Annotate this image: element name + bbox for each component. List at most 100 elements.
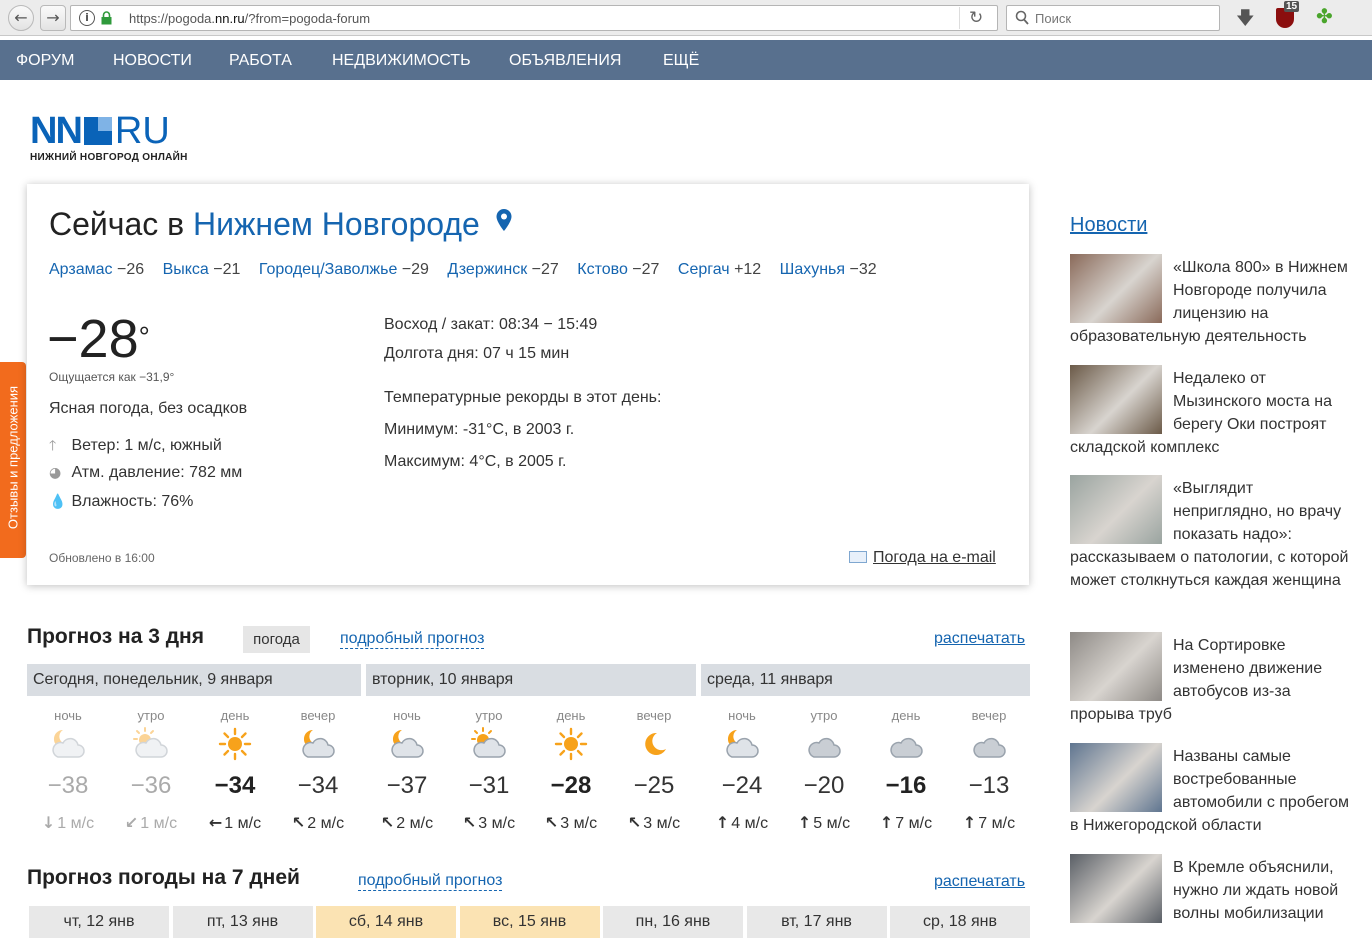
period-wind: ↑ 7 м/с [879, 813, 933, 832]
wind-direction-icon: ↙ [124, 813, 139, 832]
moon-cloud-icon [366, 727, 448, 767]
town-item: Арзамас −26 [49, 261, 145, 278]
forecast7-day[interactable]: пн, 16 янв [603, 906, 743, 938]
download-icon[interactable]: 🡇 [1236, 6, 1255, 36]
cloud-icon [783, 727, 865, 767]
period-label: ночь [728, 708, 756, 723]
period-wind: ↖ 2 м/с [291, 813, 345, 832]
period-temperature: −16 [885, 772, 927, 799]
moon-cloud-icon [701, 727, 783, 767]
nav-jobs[interactable]: РАБОТА [229, 52, 292, 70]
news-thumbnail[interactable] [1070, 365, 1162, 434]
day-header-day-after: среда, 11 января [701, 664, 1030, 696]
location-pin-icon[interactable] [495, 208, 513, 231]
news-item[interactable]: В Кремле объяснили, нужно ли ждать новой… [1070, 854, 1355, 925]
news-thumbnail[interactable] [1070, 743, 1162, 812]
news-item[interactable]: Названы самые востребованные автомобили … [1070, 743, 1355, 837]
day-header-tomorrow: вторник, 10 января [366, 664, 696, 696]
news-thumbnail[interactable] [1070, 632, 1162, 701]
sun-icon [194, 727, 276, 767]
wind-row: 🡑 Ветер: 1 м/с, южный [49, 435, 222, 459]
forecast7-day[interactable]: сб, 14 янв [316, 906, 456, 938]
nav-more[interactable]: ЕЩЁ [663, 52, 699, 70]
forecast3-tag[interactable]: погода [243, 626, 310, 653]
forecast7-day[interactable]: вт, 17 янв [746, 906, 887, 938]
cloud-icon [948, 727, 1030, 767]
news-item[interactable]: На Сортировке изменено движение автобусо… [1070, 632, 1355, 726]
forecast-period: день −16 ↑ 7 м/с [865, 708, 947, 833]
envelope-icon [849, 551, 867, 563]
forecast7-day[interactable]: ср, 18 янв [890, 906, 1030, 938]
wind-direction-icon: ↓ [41, 813, 56, 832]
forecast7-day[interactable]: пт, 13 янв [172, 906, 313, 938]
wind-direction-icon: ↖ [544, 813, 559, 832]
day-header-today: Сегодня, понедельник, 9 января [27, 664, 361, 696]
period-wind: ↑ 7 м/с [962, 813, 1016, 832]
news-title[interactable]: Новости [1070, 214, 1147, 237]
info-icon[interactable]: i [79, 10, 95, 26]
wind-direction-icon: ↑ [797, 813, 812, 832]
forecast-period: ночь −37 ↖ 2 м/с [366, 708, 448, 833]
forecast-period: вечер −34 ↖ 2 м/с [277, 708, 359, 833]
period-wind: ↖ 2 м/с [380, 813, 434, 832]
reload-icon[interactable]: ↻ [969, 8, 983, 28]
nearby-towns: Арзамас −26 Выкса −21 Городец/Заволжье −… [49, 261, 891, 279]
site-logo[interactable]: NN RU НИЖНИЙ НОВГОРОД ОНЛАЙН [30, 112, 188, 163]
news-thumbnail[interactable] [1070, 254, 1162, 323]
news-item[interactable]: «Выглядит неприглядно, но врачу показать… [1070, 475, 1355, 592]
pressure-icon: ◕ [49, 465, 62, 481]
nav-realty[interactable]: НЕДВИЖИМОСТЬ [332, 52, 471, 70]
period-wind: ↑ 5 м/с [797, 813, 851, 832]
search-input[interactable]: Поиск [1006, 5, 1220, 31]
forward-button[interactable]: → [40, 5, 66, 31]
nav-news[interactable]: НОВОСТИ [113, 52, 192, 70]
forecast3-details-link[interactable]: подробный прогноз [340, 630, 485, 649]
email-subscribe[interactable]: Погода на e-mail [849, 549, 996, 567]
page-title: Сейчас в Нижнем Новгороде [49, 206, 480, 242]
moon-cloud-icon [27, 727, 109, 767]
current-temperature: −28° [47, 309, 150, 369]
news-item[interactable]: «Школа 800» в Нижнем Новгороде получила … [1070, 254, 1355, 348]
forecast7-day[interactable]: вс, 15 янв [459, 906, 600, 938]
town-item: Городец/Заволжье −29 [258, 261, 429, 278]
forecast3-print-link[interactable]: распечатать [934, 630, 1025, 648]
news-thumbnail[interactable] [1070, 854, 1162, 923]
records-title: Температурные рекорды в этот день: [384, 389, 662, 406]
period-temperature: −37 [386, 772, 428, 799]
news-headline[interactable]: В Кремле объяснили, нужно ли ждать новой… [1173, 859, 1338, 922]
back-button[interactable]: ← [8, 5, 34, 31]
period-label: день [556, 708, 586, 723]
city-name[interactable]: Нижнем Новгороде [193, 206, 480, 242]
wind-direction-icon: ↑ [879, 813, 894, 832]
address-bar[interactable]: i https://pogoda.nn.ru/?from=pogoda-foru… [70, 5, 998, 31]
nav-ads[interactable]: ОБЪЯВЛЕНИЯ [509, 52, 621, 70]
news-thumbnail[interactable] [1070, 475, 1162, 544]
forecast-period: утро −20 ↑ 5 м/с [783, 708, 865, 833]
humidity-row: 💧 Влажность: 76% [49, 493, 194, 510]
wind-direction-icon: ↖ [462, 813, 477, 832]
nav-forum[interactable]: ФОРУМ [16, 52, 74, 70]
news-item[interactable]: Недалеко от Мызинского моста на берегу О… [1070, 365, 1355, 459]
forecast7-day[interactable]: чт, 12 янв [29, 906, 169, 938]
puzzle-icon[interactable]: ✤ [1316, 4, 1333, 28]
town-item: Дзержинск −27 [447, 261, 559, 278]
period-temperature: −25 [633, 772, 675, 799]
forecast7-details-link[interactable]: подробный прогноз [358, 872, 503, 891]
feedback-tab[interactable]: Отзывы и предложения [0, 362, 26, 558]
moon-icon [613, 727, 695, 767]
sun-cloud-icon [110, 727, 192, 767]
period-label: утро [137, 708, 165, 723]
period-label: ночь [393, 708, 421, 723]
forecast-period: ночь −38 ↓ 1 м/с [27, 708, 109, 833]
period-temperature: −20 [803, 772, 845, 799]
moon-cloud-icon [277, 727, 359, 767]
forecast7-title: Прогноз погоды на 7 дней [27, 866, 300, 889]
period-label: утро [810, 708, 838, 723]
period-temperature: −13 [968, 772, 1010, 799]
period-label: вечер [636, 708, 672, 723]
period-wind: ↖ 3 м/с [544, 813, 598, 832]
sun-icon [530, 727, 612, 767]
forecast7-print-link[interactable]: распечатать [934, 873, 1025, 891]
period-label: вечер [300, 708, 336, 723]
period-wind: ← 1 м/с [208, 813, 262, 832]
